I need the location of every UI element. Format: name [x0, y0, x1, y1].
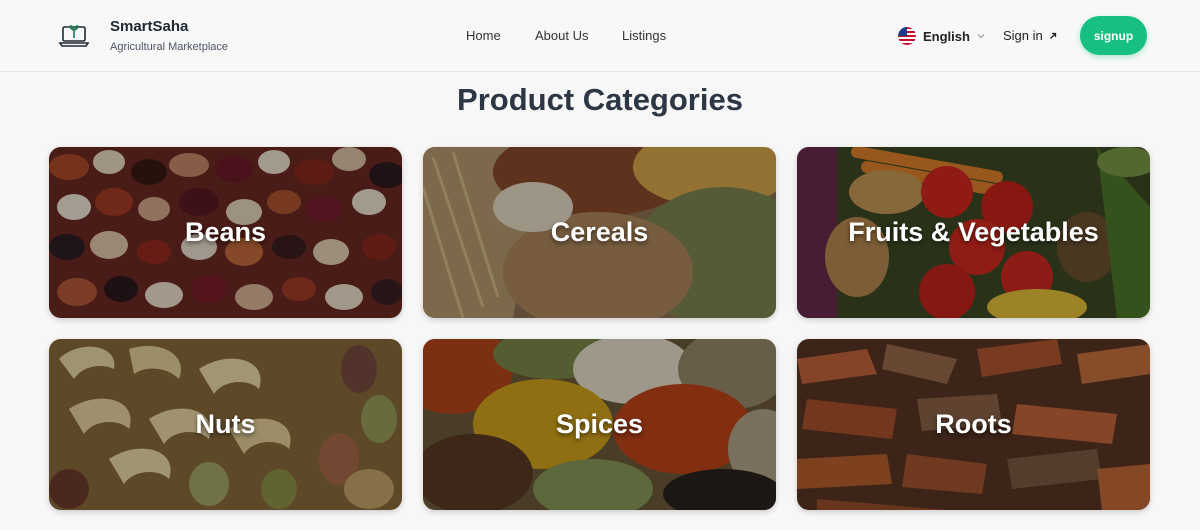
language-label: English	[923, 28, 970, 44]
us-flag-icon	[898, 27, 916, 45]
nav-listings-link[interactable]: Listings	[622, 28, 666, 43]
page-title: Product Categories	[457, 82, 743, 117]
category-card-spices[interactable]: Spices	[423, 339, 776, 510]
category-label: Cereals	[550, 217, 649, 247]
external-arrow-icon	[1049, 32, 1056, 39]
category-card-fruits-vegetables[interactable]: Fruits & Vegetables	[797, 147, 1150, 318]
signup-button[interactable]: signup	[1080, 16, 1147, 55]
site-header: SmartSaha Agricultural Marketplace Home …	[0, 0, 1200, 72]
category-label: Beans	[184, 217, 267, 247]
category-card-beans[interactable]: Beans	[49, 147, 402, 318]
brand-tagline: Agricultural Marketplace	[110, 41, 228, 53]
nav-about-link[interactable]: About Us	[535, 28, 588, 43]
signin-link[interactable]: Sign in	[1003, 28, 1057, 43]
brand-name[interactable]: SmartSaha	[110, 18, 188, 35]
category-label: Nuts	[195, 409, 256, 439]
category-label: Spices	[555, 409, 644, 439]
signin-label: Sign in	[1003, 28, 1043, 43]
category-label: Roots	[935, 409, 1012, 439]
category-card-cereals[interactable]: Cereals	[423, 147, 776, 318]
language-selector[interactable]: English	[898, 26, 985, 46]
category-card-nuts[interactable]: Nuts	[49, 339, 402, 510]
laptop-plant-logo-icon[interactable]	[58, 18, 90, 48]
nav-home-link[interactable]: Home	[466, 28, 501, 43]
category-label: Fruits & Vegetables	[848, 217, 1099, 247]
category-card-roots[interactable]: Roots	[797, 339, 1150, 510]
chevron-down-icon	[977, 34, 985, 39]
